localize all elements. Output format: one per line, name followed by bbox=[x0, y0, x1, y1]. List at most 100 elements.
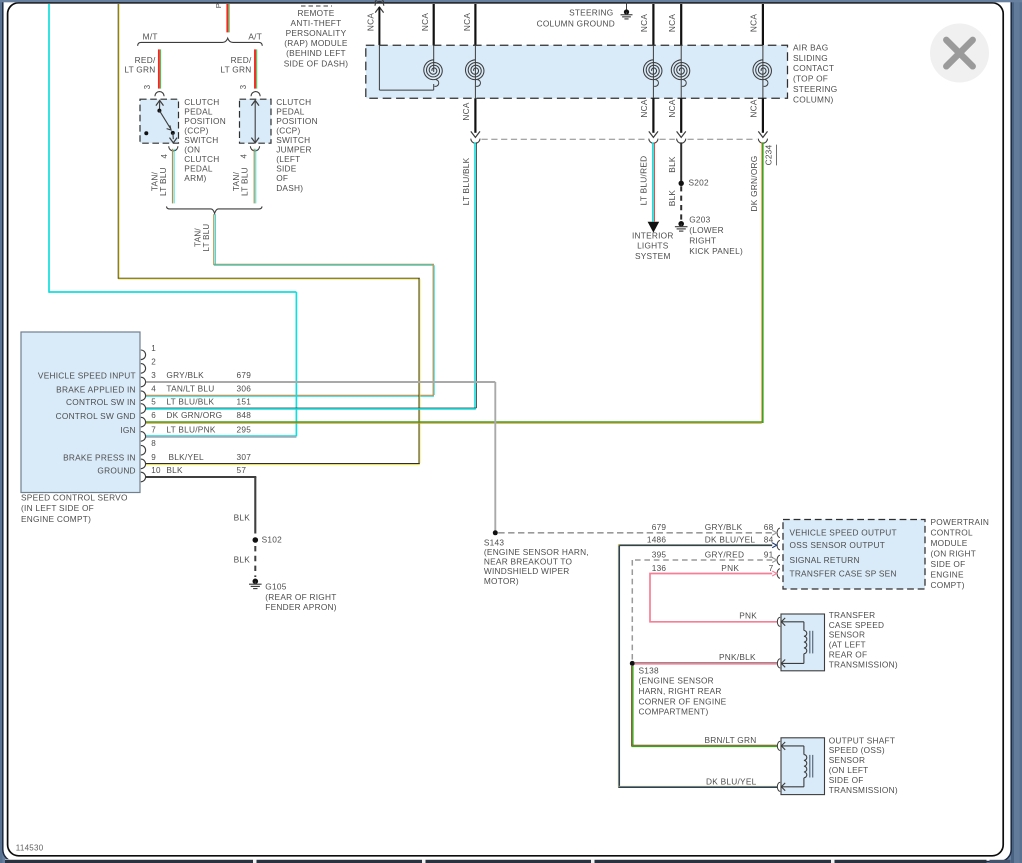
svg-text:(CCP): (CCP) bbox=[276, 125, 300, 135]
svg-text:CORNER OF ENGINE: CORNER OF ENGINE bbox=[639, 696, 727, 706]
svg-text:BRAKE PRESS IN: BRAKE PRESS IN bbox=[63, 453, 136, 463]
svg-text:4: 4 bbox=[160, 153, 169, 158]
svg-text:(BEHIND LEFT: (BEHIND LEFT bbox=[286, 48, 346, 58]
svg-text:PEDAL: PEDAL bbox=[276, 106, 305, 116]
svg-text:COLUMN GROUND: COLUMN GROUND bbox=[537, 18, 615, 28]
svg-text:PNK: PNK bbox=[721, 563, 739, 573]
svg-text:PERSONALITY: PERSONALITY bbox=[286, 28, 347, 38]
svg-text:(TOP OF: (TOP OF bbox=[793, 74, 828, 84]
svg-text:NEAR BREAKOUT TO: NEAR BREAKOUT TO bbox=[484, 557, 573, 567]
svg-text:NCA: NCA bbox=[749, 99, 759, 117]
svg-text:RED/: RED/ bbox=[135, 55, 156, 65]
svg-text:LIGHTS: LIGHTS bbox=[637, 241, 669, 251]
svg-text:SIDE OF: SIDE OF bbox=[931, 559, 966, 569]
svg-text:848: 848 bbox=[237, 410, 252, 420]
svg-text:NCA: NCA bbox=[420, 13, 430, 31]
svg-text:AIR BAG: AIR BAG bbox=[793, 42, 828, 52]
svg-text:SLIDING: SLIDING bbox=[793, 53, 828, 63]
svg-text:NCA: NCA bbox=[667, 14, 677, 32]
svg-text:NCA: NCA bbox=[639, 14, 649, 32]
svg-text:DK GRN/ORG: DK GRN/ORG bbox=[166, 410, 222, 420]
svg-text:4: 4 bbox=[239, 153, 248, 158]
svg-text:MODULE: MODULE bbox=[931, 538, 968, 548]
svg-text:(LOWER: (LOWER bbox=[689, 225, 724, 235]
svg-text:VEHICLE SPEED INPUT: VEHICLE SPEED INPUT bbox=[38, 371, 136, 381]
svg-text:LT BLU: LT BLU bbox=[240, 167, 250, 196]
svg-text:LT BLU/BLK: LT BLU/BLK bbox=[461, 157, 471, 205]
svg-text:NCA: NCA bbox=[462, 13, 472, 31]
svg-text:ARM): ARM) bbox=[184, 173, 206, 183]
svg-text:BRAKE APPLIED IN: BRAKE APPLIED IN bbox=[56, 384, 136, 394]
svg-text:COMPT): COMPT) bbox=[931, 580, 965, 590]
svg-text:GRY/RED: GRY/RED bbox=[705, 549, 744, 559]
svg-text:(ON: (ON bbox=[184, 145, 200, 155]
svg-text:RED/: RED/ bbox=[231, 55, 252, 65]
svg-text:PEDAL: PEDAL bbox=[184, 164, 213, 174]
svg-text:LT BLU/RED: LT BLU/RED bbox=[638, 156, 648, 206]
svg-text:ENGINE: ENGINE bbox=[931, 569, 965, 579]
svg-text:SWITCH: SWITCH bbox=[276, 135, 310, 145]
svg-text:679: 679 bbox=[237, 370, 252, 380]
svg-text:SIDE OF: SIDE OF bbox=[829, 775, 864, 785]
svg-text:POWERTRAIN: POWERTRAIN bbox=[931, 517, 990, 527]
svg-text:5: 5 bbox=[151, 398, 156, 407]
svg-text:G105: G105 bbox=[265, 582, 286, 592]
svg-text:NCA: NCA bbox=[366, 13, 376, 31]
svg-text:NCA: NCA bbox=[461, 102, 471, 120]
svg-text:CONTACT: CONTACT bbox=[793, 63, 834, 73]
svg-text:BLK: BLK bbox=[166, 465, 183, 475]
svg-text:SWITCH: SWITCH bbox=[184, 135, 218, 145]
svg-text:LT BLU: LT BLU bbox=[202, 224, 211, 252]
svg-text:STEERING: STEERING bbox=[569, 8, 613, 18]
svg-text:P: P bbox=[214, 3, 223, 8]
svg-text:HARN, RIGHT REAR: HARN, RIGHT REAR bbox=[639, 686, 722, 696]
svg-text:(CCP): (CCP) bbox=[184, 125, 208, 135]
svg-text:BLK: BLK bbox=[234, 513, 251, 523]
svg-text:POSITION: POSITION bbox=[184, 116, 226, 126]
svg-text:395: 395 bbox=[652, 549, 667, 559]
svg-text:DASH): DASH) bbox=[276, 183, 303, 193]
svg-text:INTERIOR: INTERIOR bbox=[632, 230, 674, 240]
svg-text:679: 679 bbox=[652, 522, 667, 532]
svg-text:BLK: BLK bbox=[234, 554, 251, 564]
svg-text:(ON RIGHT: (ON RIGHT bbox=[931, 548, 977, 558]
svg-text:3: 3 bbox=[151, 371, 156, 380]
svg-text:COLUMN): COLUMN) bbox=[793, 94, 833, 104]
svg-text:OSS SENSOR OUTPUT: OSS SENSOR OUTPUT bbox=[790, 540, 886, 550]
svg-text:BLK/YEL: BLK/YEL bbox=[169, 452, 205, 462]
svg-text:84: 84 bbox=[764, 535, 774, 545]
svg-text:LT GRN: LT GRN bbox=[220, 65, 251, 75]
svg-text:M/T: M/T bbox=[143, 32, 158, 42]
svg-text:TRANSFER CASE SP SEN: TRANSFER CASE SP SEN bbox=[790, 568, 897, 578]
svg-text:S138: S138 bbox=[639, 665, 660, 675]
svg-text:(IN LEFT SIDE OF: (IN LEFT SIDE OF bbox=[21, 503, 94, 513]
svg-text:9: 9 bbox=[151, 453, 156, 462]
svg-text:BLK: BLK bbox=[667, 156, 677, 173]
svg-text:MOTOR): MOTOR) bbox=[484, 576, 519, 586]
svg-text:PEDAL: PEDAL bbox=[184, 106, 213, 116]
svg-text:GRY/BLK: GRY/BLK bbox=[166, 370, 204, 380]
svg-text:(AT LEFT: (AT LEFT bbox=[829, 640, 866, 650]
svg-text:TRANSFER: TRANSFER bbox=[829, 610, 876, 620]
svg-text:CONTROL SW IN: CONTROL SW IN bbox=[66, 397, 136, 407]
svg-text:CONTROL: CONTROL bbox=[931, 528, 973, 538]
svg-text:(REAR OF RIGHT: (REAR OF RIGHT bbox=[265, 592, 336, 602]
svg-text:306: 306 bbox=[237, 384, 252, 394]
svg-text:A/T: A/T bbox=[248, 32, 262, 42]
svg-text:295: 295 bbox=[237, 424, 252, 434]
svg-text:LT BLU/BLK: LT BLU/BLK bbox=[166, 397, 214, 407]
svg-text:NCA: NCA bbox=[749, 14, 759, 32]
svg-text:GRY/BLK: GRY/BLK bbox=[705, 522, 743, 532]
svg-text:114530: 114530 bbox=[16, 844, 44, 853]
svg-text:PNK: PNK bbox=[739, 610, 757, 620]
svg-text:ANTI-THEFT: ANTI-THEFT bbox=[291, 18, 342, 28]
svg-text:SENSOR: SENSOR bbox=[829, 630, 866, 640]
svg-text:CASE SPEED: CASE SPEED bbox=[829, 620, 885, 630]
svg-text:CLUTCH: CLUTCH bbox=[184, 97, 219, 107]
svg-text:SENSOR: SENSOR bbox=[829, 755, 866, 765]
svg-text:VEHICLE SPEED OUTPUT: VEHICLE SPEED OUTPUT bbox=[790, 528, 897, 538]
svg-text:TRANSMISSION): TRANSMISSION) bbox=[829, 659, 898, 669]
svg-text:DK GRN/ORG: DK GRN/ORG bbox=[749, 156, 759, 212]
svg-text:4: 4 bbox=[151, 385, 156, 394]
svg-text:7: 7 bbox=[769, 563, 774, 573]
